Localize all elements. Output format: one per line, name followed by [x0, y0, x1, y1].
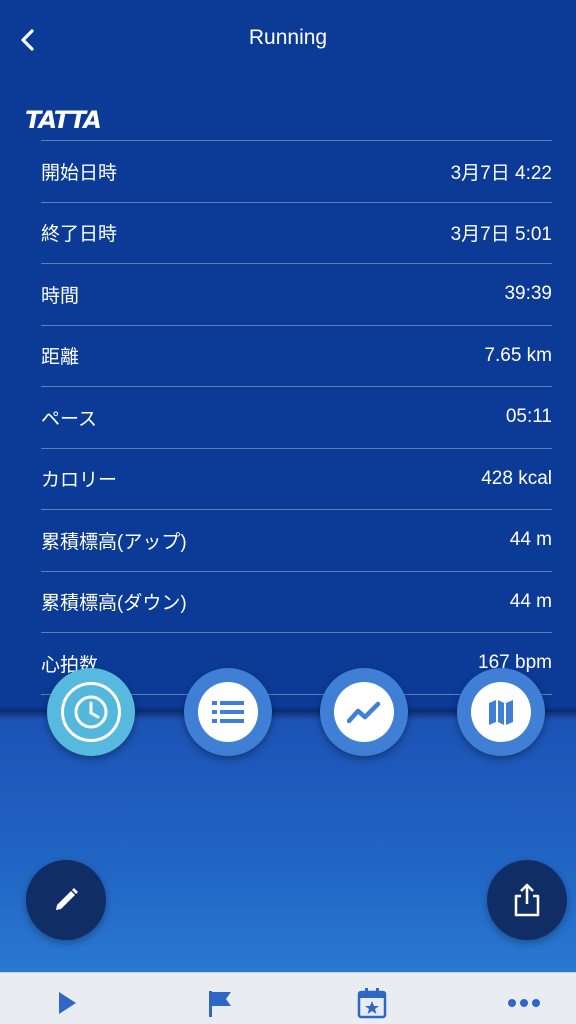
stat-label: 時間: [41, 285, 80, 307]
stat-row: 累積標高(アップ) 44 m: [41, 510, 552, 572]
graph-view-button[interactable]: [320, 668, 408, 756]
stat-value: 428 kcal: [481, 467, 552, 489]
stat-row: 距離 7.65 km: [41, 326, 552, 387]
stat-value: 3月7日 5:01: [450, 224, 552, 246]
stat-value: 39:39: [504, 283, 552, 305]
app-screen: Running TATTA 開始日時 3月7日 4:22 終了日時 3月7日 5:01…: [0, 0, 576, 1024]
more-icon: [508, 999, 540, 1007]
calendar-star-icon: [357, 988, 387, 1019]
bottom-tab-bar: [0, 972, 576, 1024]
stat-value: 05:11: [505, 406, 552, 428]
stats-list: 開始日時 3月7日 4:22 終了日時 3月7日 5:01 時間 39:39 距離 7.65 …: [41, 140, 552, 695]
stat-value: 44 m: [509, 590, 552, 612]
tab-more[interactable]: [504, 985, 544, 1021]
stat-row: ペース 05:11: [41, 387, 552, 449]
clock-icon: [74, 695, 108, 729]
stat-label: 終了日時: [41, 224, 118, 246]
stat-label: 開始日時: [41, 162, 118, 184]
stat-row: 時間 39:39: [41, 264, 552, 326]
chart-line-icon: [347, 701, 381, 724]
back-button[interactable]: [10, 22, 46, 58]
chevron-left-icon: [21, 29, 34, 51]
stat-value: 7.65 km: [484, 344, 552, 366]
map-view-button[interactable]: [457, 668, 545, 756]
list-icon: [212, 701, 244, 723]
share-button[interactable]: [487, 860, 567, 940]
stat-label: 累積標高(アップ): [41, 531, 187, 553]
stat-label: ペース: [41, 408, 98, 430]
tab-calendar[interactable]: [352, 985, 392, 1021]
stat-label: 累積標高(ダウン): [41, 593, 187, 615]
tab-play[interactable]: [47, 985, 87, 1021]
navigation-bar: Running: [0, 0, 576, 82]
laps-view-button[interactable]: [184, 668, 272, 756]
stat-value: 44 m: [509, 529, 552, 551]
tatta-logo: TATTA: [25, 106, 102, 134]
stat-value: 3月7日 4:22: [450, 162, 552, 184]
play-icon: [59, 992, 76, 1014]
stat-row: カロリー 428 kcal: [41, 449, 552, 510]
tab-goals[interactable]: [200, 985, 240, 1021]
flag-icon: [209, 991, 231, 1017]
view-switcher: [0, 668, 576, 758]
stat-row: 終了日時 3月7日 5:01: [41, 203, 552, 264]
edit-button[interactable]: [26, 860, 106, 940]
stat-label: カロリー: [41, 470, 118, 492]
map-icon: [489, 700, 513, 725]
summary-view-button[interactable]: [47, 668, 135, 756]
stat-row: 開始日時 3月7日 4:22: [41, 141, 552, 203]
stat-row: 累積標高(ダウン) 44 m: [41, 572, 552, 633]
page-title: Running: [248, 26, 328, 49]
share-icon: [514, 883, 540, 917]
pencil-icon: [56, 888, 78, 910]
stat-label: 距離: [41, 347, 80, 369]
